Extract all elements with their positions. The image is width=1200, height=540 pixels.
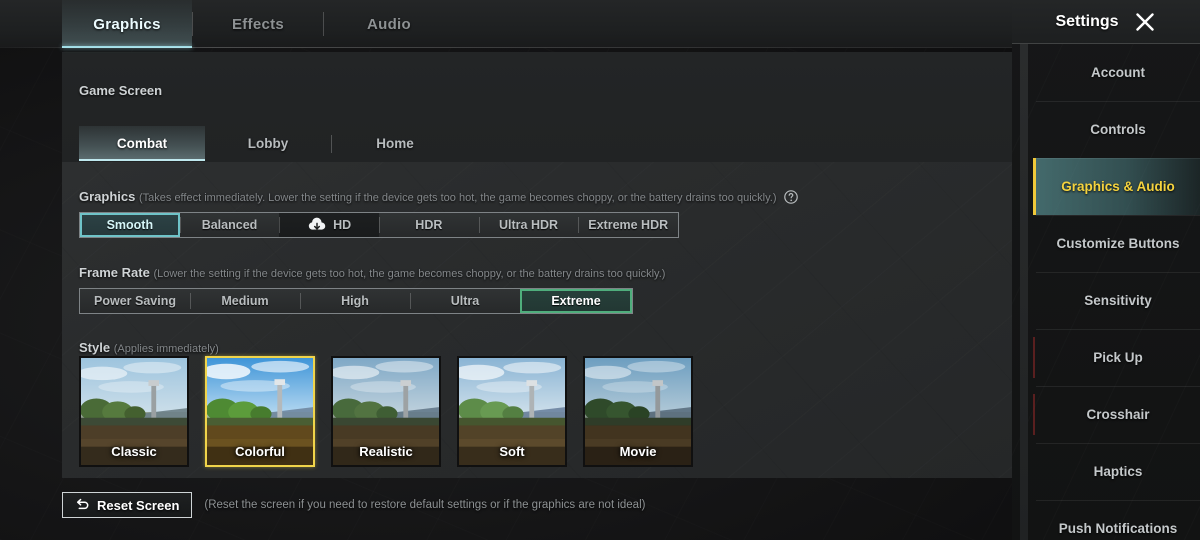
close-icon[interactable] [1133, 10, 1157, 34]
sidebar-item-push-notifications[interactable]: Push Notifications [1036, 500, 1200, 540]
frame-rate-option-ultra[interactable]: Ultra [410, 289, 520, 313]
graphics-option-hd[interactable]: HD [279, 213, 380, 237]
cloud-download-icon [307, 217, 327, 233]
graphics-option-extreme-hdr-label: Extreme HDR [588, 218, 669, 232]
tab-effects-label: Effects [231, 15, 285, 33]
settings-screen: Graphics Effects Audio Game Screen Comba… [0, 0, 1200, 540]
game-screen-tab-lobby-label: Lobby [247, 136, 289, 151]
graphics-option-balanced[interactable]: Balanced [179, 213, 280, 237]
sidebar-item-accent-bar [1033, 394, 1035, 435]
reset-screen-button-label: Reset Screen [97, 497, 180, 513]
sidebar-item-pick-up-label: Pick Up [1093, 350, 1143, 365]
graphics-option-hd-label: HD [333, 218, 352, 232]
sidebar-item-crosshair-label: Crosshair [1086, 407, 1150, 422]
tab-graphics[interactable]: Graphics [62, 0, 192, 48]
undo-arrow-icon [75, 498, 90, 512]
graphics-label: Graphics [79, 189, 136, 204]
game-screen-tab-combat[interactable]: Combat [79, 126, 205, 161]
frame-rate-option-extreme[interactable]: Extreme [520, 289, 632, 313]
graphics-option-smooth-label: Smooth [106, 218, 154, 232]
sidebar-item-customize-buttons-label: Customize Buttons [1056, 236, 1180, 251]
settings-sidebar: Settings Account Controls Graphics & Aud… [1012, 0, 1200, 540]
frame-rate-option-extreme-label: Extreme [551, 294, 601, 308]
graphics-row-label: Graphics (Takes effect immediately. Lowe… [79, 189, 798, 207]
style-card-realistic-label: Realistic [359, 444, 413, 459]
graphics-option-hdr[interactable]: HDR [379, 213, 479, 237]
graphics-effects-audio-tabs: Graphics Effects Audio [62, 0, 454, 48]
sidebar-item-controls[interactable]: Controls [1036, 101, 1200, 158]
sidebar-item-push-notifications-label: Push Notifications [1058, 521, 1178, 536]
graphics-option-smooth[interactable]: Smooth [80, 213, 180, 237]
reset-screen-row: Reset Screen (Reset the screen if you ne… [62, 492, 645, 518]
tab-audio[interactable]: Audio [324, 0, 454, 48]
game-screen-tab-home-label: Home [376, 136, 414, 151]
sidebar-item-haptics-label: Haptics [1093, 464, 1143, 479]
graphics-quality-segmented: Smooth Balanced HD HDR Ultra HDR Extreme… [79, 212, 679, 238]
help-circle-icon[interactable] [784, 190, 798, 207]
sidebar-scroll-rail[interactable] [1020, 44, 1028, 540]
game-screen-tab-combat-label: Combat [116, 136, 168, 151]
game-screen-tab-lobby[interactable]: Lobby [205, 126, 331, 161]
settings-sidebar-header: Settings [1012, 0, 1200, 44]
style-row-label: Style (Applies immediately) [79, 340, 219, 355]
style-card-colorful[interactable]: Colorful [205, 356, 315, 467]
frame-rate-option-medium[interactable]: Medium [190, 289, 300, 313]
frame-rate-option-high[interactable]: High [300, 289, 410, 313]
tab-graphics-label: Graphics [93, 15, 161, 33]
reset-screen-hint: (Reset the screen if you need to restore… [204, 499, 646, 511]
frame-rate-row-label: Frame Rate (Lower the setting if the dev… [79, 265, 665, 280]
sidebar-item-pick-up[interactable]: Pick Up [1033, 329, 1200, 386]
sidebar-item-sensitivity[interactable]: Sensitivity [1036, 272, 1200, 329]
graphics-option-hdr-label: HDR [415, 218, 443, 232]
game-screen-label: Game Screen [79, 83, 163, 98]
style-hint: (Applies immediately) [113, 343, 219, 355]
graphics-option-balanced-label: Balanced [201, 218, 258, 232]
graphics-settings-panel: Game Screen Combat Lobby Home Graphics (… [62, 52, 1012, 478]
style-card-movie[interactable]: Movie [583, 356, 693, 467]
tab-effects[interactable]: Effects [193, 0, 323, 48]
graphics-option-ultra-hdr[interactable]: Ultra HDR [478, 213, 579, 237]
frame-rate-option-power-saving-label: Power Saving [94, 294, 176, 308]
frame-rate-label: Frame Rate [79, 265, 150, 280]
style-thumbnail-list: Classic Colorful Realistic Soft Movie [79, 356, 693, 467]
frame-rate-hint: (Lower the setting if the device gets to… [153, 268, 666, 280]
sidebar-item-graphics-audio-label: Graphics & Audio [1061, 179, 1175, 194]
style-card-soft-label: Soft [499, 444, 525, 459]
frame-rate-option-ultra-label: Ultra [450, 294, 480, 308]
graphics-option-ultra-hdr-label: Ultra HDR [499, 218, 559, 232]
style-card-realistic[interactable]: Realistic [331, 356, 441, 467]
sidebar-item-crosshair[interactable]: Crosshair [1033, 386, 1200, 443]
sidebar-item-account-label: Account [1091, 65, 1145, 80]
style-card-classic[interactable]: Classic [79, 356, 189, 467]
graphics-hint: (Takes effect immediately. Lower the set… [138, 192, 777, 204]
frame-rate-option-medium-label: Medium [221, 294, 269, 308]
style-card-colorful-label: Colorful [235, 444, 285, 459]
sidebar-menu: Account Controls Graphics & Audio Custom… [1033, 44, 1200, 540]
reset-screen-button[interactable]: Reset Screen [62, 492, 193, 518]
style-card-movie-label: Movie [619, 444, 657, 459]
game-screen-tab-home[interactable]: Home [332, 126, 458, 161]
game-screen-tabs: Combat Lobby Home [79, 126, 458, 161]
style-label: Style [79, 340, 111, 355]
graphics-option-extreme-hdr[interactable]: Extreme HDR [578, 213, 678, 237]
tab-audio-label: Audio [367, 15, 411, 33]
style-card-soft[interactable]: Soft [457, 356, 567, 467]
style-card-classic-label: Classic [111, 444, 157, 459]
sidebar-item-controls-label: Controls [1090, 122, 1146, 137]
sidebar-item-accent-bar [1033, 337, 1035, 378]
frame-rate-segmented: Power Saving Medium High Ultra Extreme [79, 288, 633, 314]
sidebar-item-sensitivity-label: Sensitivity [1084, 293, 1152, 308]
sidebar-item-account[interactable]: Account [1036, 44, 1200, 101]
sidebar-item-graphics-audio[interactable]: Graphics & Audio [1033, 158, 1200, 215]
frame-rate-option-high-label: High [341, 294, 369, 308]
frame-rate-option-power-saving[interactable]: Power Saving [80, 289, 190, 313]
sidebar-item-customize-buttons[interactable]: Customize Buttons [1036, 215, 1200, 272]
sidebar-item-haptics[interactable]: Haptics [1036, 443, 1200, 500]
settings-title: Settings [1055, 13, 1119, 30]
